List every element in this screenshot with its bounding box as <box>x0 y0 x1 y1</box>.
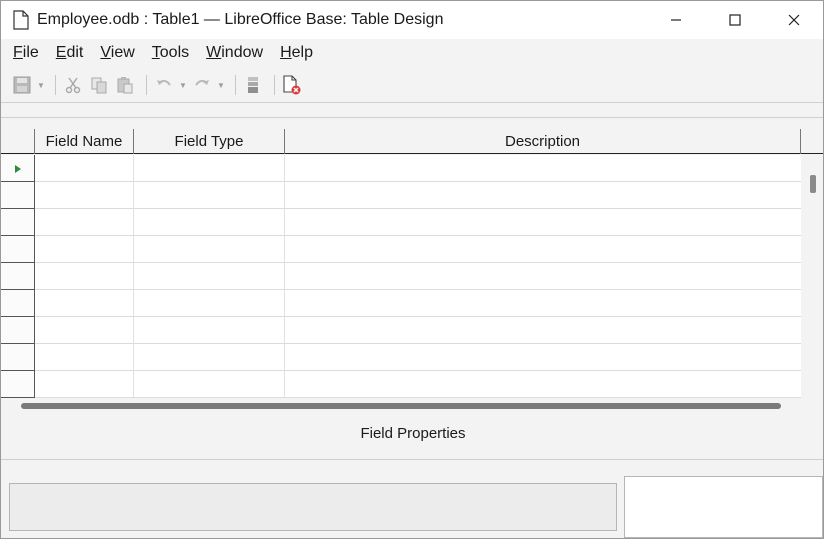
row-header[interactable] <box>1 290 35 317</box>
menu-tools[interactable]: Tools <box>146 44 195 62</box>
row-header[interactable] <box>1 371 35 398</box>
standard-toolbar: ▼ ▼ ▼ <box>1 69 823 101</box>
paste-icon <box>117 77 133 94</box>
menu-view-accel: V <box>100 44 111 61</box>
menu-help-accel: H <box>280 44 292 61</box>
grid-body[interactable] <box>1 155 801 398</box>
field-properties-label: Field Properties <box>360 425 466 442</box>
menu-file[interactable]: File <box>7 44 45 62</box>
window-title: Employee.odb : Table1 — LibreOffice Base… <box>37 11 444 28</box>
column-header-field-name[interactable]: Field Name <box>35 129 133 154</box>
table-design-window: Employee.odb : Table1 — LibreOffice Base… <box>0 0 824 539</box>
menu-view-label: iew <box>110 44 135 61</box>
minimize-icon <box>670 19 681 21</box>
paste-button[interactable] <box>114 74 136 96</box>
pane-splitter[interactable] <box>21 403 781 409</box>
close-button[interactable] <box>764 1 823 39</box>
toolbar-separator <box>146 75 147 95</box>
table-row[interactable] <box>1 317 801 344</box>
save-icon <box>13 76 31 94</box>
menu-window[interactable]: Window <box>200 44 269 62</box>
column-divider <box>800 129 801 154</box>
cut-button[interactable] <box>62 74 84 96</box>
close-document-icon <box>283 75 301 95</box>
table-row[interactable] <box>1 182 801 209</box>
redo-dropdown-arrow[interactable]: ▼ <box>217 74 225 96</box>
copy-icon <box>91 77 107 94</box>
menu-edit-label: dit <box>66 44 84 61</box>
menu-tools-label: ools <box>159 44 190 61</box>
scrollbar-thumb[interactable] <box>810 175 816 193</box>
document-icon <box>13 10 29 30</box>
menu-tools-accel: T <box>151 44 160 61</box>
field-help-panel <box>624 476 823 538</box>
close-document-button[interactable] <box>281 74 303 96</box>
menu-edit[interactable]: Edit <box>50 44 90 62</box>
save-dropdown-arrow[interactable]: ▼ <box>37 74 45 96</box>
menu-view[interactable]: View <box>94 44 140 62</box>
field-properties-divider <box>1 459 823 460</box>
menu-file-accel: F <box>13 44 23 61</box>
row-header[interactable] <box>1 209 35 236</box>
table-row[interactable] <box>1 371 801 398</box>
undo-dropdown-arrow[interactable]: ▼ <box>179 74 187 96</box>
copy-button[interactable] <box>88 74 110 96</box>
undo-icon <box>157 79 171 86</box>
column-line <box>284 155 285 397</box>
primary-key-button[interactable] <box>242 74 264 96</box>
field-properties-panel <box>9 483 617 531</box>
maximize-icon <box>728 14 741 26</box>
current-row-marker-icon <box>15 165 21 173</box>
cut-icon <box>65 77 81 94</box>
column-header-field-type[interactable]: Field Type <box>134 129 284 154</box>
title-bar: Employee.odb : Table1 — LibreOffice Base… <box>1 1 823 39</box>
row-header-border <box>34 155 35 397</box>
menu-bar: File Edit View Tools Window Help <box>1 39 823 67</box>
column-line <box>133 155 134 397</box>
toolbar-separator <box>274 75 275 95</box>
window-controls <box>646 1 823 39</box>
table-row[interactable] <box>1 155 801 182</box>
grid-header: Field Name Field Type Description <box>1 129 823 154</box>
row-header[interactable] <box>1 317 35 344</box>
toolbar-divider <box>1 117 823 118</box>
menu-help-label: elp <box>291 44 313 61</box>
toolbar-divider <box>1 102 823 103</box>
menu-window-label: indow <box>221 44 264 61</box>
table-row[interactable] <box>1 236 801 263</box>
maximize-button[interactable] <box>705 1 764 39</box>
undo-button[interactable] <box>153 74 175 96</box>
menu-edit-accel: E <box>55 44 67 61</box>
row-header[interactable] <box>1 344 35 371</box>
table-row[interactable] <box>1 344 801 371</box>
table-row[interactable] <box>1 263 801 290</box>
table-row[interactable] <box>1 209 801 236</box>
row-header[interactable] <box>1 263 35 290</box>
close-icon <box>788 14 799 26</box>
menu-help[interactable]: Help <box>274 44 319 62</box>
row-header[interactable] <box>1 155 35 182</box>
column-header-description[interactable]: Description <box>285 129 800 154</box>
menu-window-accel: W <box>206 44 222 61</box>
save-button[interactable] <box>11 74 33 96</box>
vertical-scrollbar[interactable] <box>801 155 823 397</box>
table-row[interactable] <box>1 290 801 317</box>
toolbar-separator <box>55 75 56 95</box>
row-header[interactable] <box>1 182 35 209</box>
redo-button[interactable] <box>191 74 213 96</box>
minimize-button[interactable] <box>646 1 705 39</box>
menu-file-label: ile <box>22 44 39 61</box>
toolbar-separator <box>235 75 236 95</box>
redo-icon <box>195 79 209 86</box>
table-design-grid: Field Name Field Type Description <box>1 119 823 399</box>
row-header[interactable] <box>1 236 35 263</box>
primary-key-icon <box>248 77 258 93</box>
